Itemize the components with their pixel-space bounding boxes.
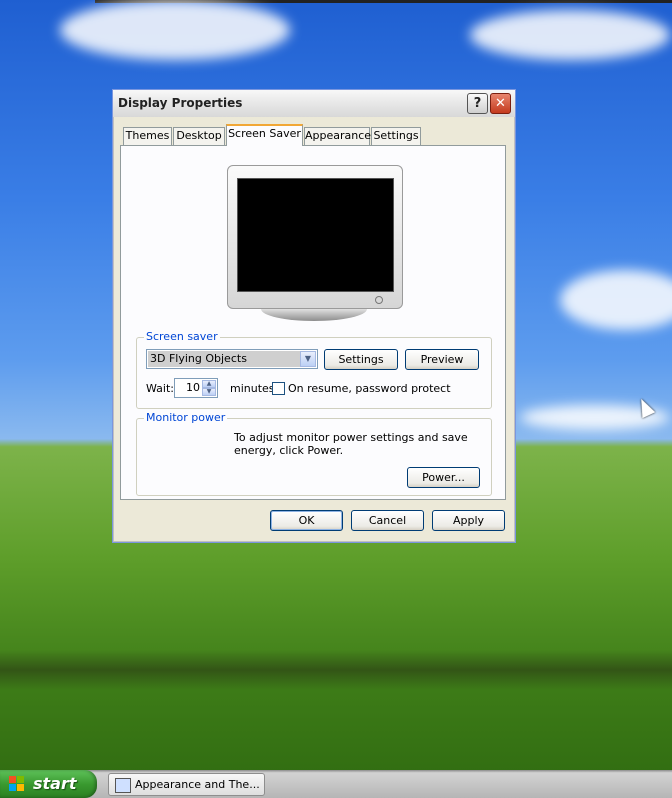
spin-up-icon[interactable]: ▲ [202,380,216,388]
preview-button[interactable]: Preview [405,349,479,370]
screen-saver-panel: Screen saver 3D Flying Objects ▼ Setting… [120,145,506,500]
start-button[interactable]: start [0,770,97,798]
close-icon[interactable]: ✕ [490,93,511,114]
tab-screen-saver[interactable]: Screen Saver [226,124,303,146]
monitor-preview [227,165,403,325]
screen-saver-group-label: Screen saver [144,330,220,343]
windows-flag-icon [9,776,25,792]
screen-saver-select[interactable]: 3D Flying Objects ▼ [146,349,318,369]
monitor-power-group-label: Monitor power [144,411,228,424]
taskbar-item-label: Appearance and The... [135,778,260,791]
password-protect-label[interactable]: On resume, password protect [288,382,451,395]
monitor-power-led [375,296,383,304]
monitor-screen [237,178,394,292]
display-properties-dialog: Display Properties ? ✕ Themes Desktop Sc… [112,89,516,543]
cancel-button[interactable]: Cancel [351,510,424,531]
monitor-power-description: To adjust monitor power settings and sav… [234,431,468,457]
monitor-stand [261,309,367,321]
power-button[interactable]: Power... [407,467,480,488]
wait-label: Wait: [146,382,174,395]
taskbar: start Appearance and The... [0,770,672,798]
cloud [560,270,672,330]
tab-appearance[interactable]: Appearance [304,127,371,145]
tab-themes[interactable]: Themes [123,127,172,145]
monitor-frame [227,165,403,309]
cloud [60,0,290,60]
cloud [470,10,670,60]
screen-saver-selected-value: 3D Flying Objects [148,351,300,367]
apply-button[interactable]: Apply [432,510,505,531]
taskbar-item-appearance[interactable]: Appearance and The... [108,773,265,796]
title-bar[interactable]: Display Properties ? ✕ [113,90,515,117]
ok-button[interactable]: OK [270,510,343,531]
spin-down-icon[interactable]: ▼ [202,388,216,396]
control-panel-icon [115,778,131,793]
monitor-power-group: Monitor power To adjust monitor power se… [136,411,492,496]
password-protect-checkbox[interactable] [272,382,285,395]
minutes-label: minutes [230,382,275,395]
wait-minutes-value: 10 [186,381,200,394]
window-title: Display Properties [118,96,243,110]
chevron-down-icon[interactable]: ▼ [300,351,316,367]
hill-shadow [0,650,672,690]
settings-button[interactable]: Settings [324,349,398,370]
start-label: start [33,774,77,793]
tab-desktop[interactable]: Desktop [173,127,225,145]
wait-minutes-stepper[interactable]: 10 ▲ ▼ [174,378,218,398]
help-icon[interactable]: ? [467,93,488,114]
screen-saver-group: Screen saver 3D Flying Objects ▼ Setting… [136,330,492,409]
tab-settings[interactable]: Settings [371,127,421,145]
